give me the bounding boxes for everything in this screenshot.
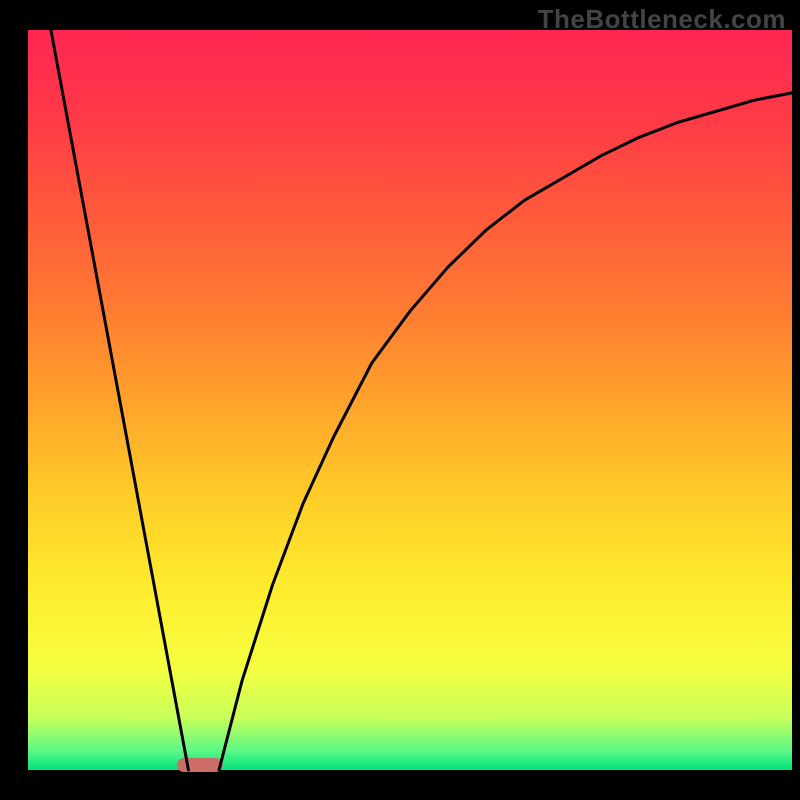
- minimum-marker: [177, 758, 223, 772]
- bottleneck-chart: [0, 0, 800, 800]
- watermark-text: TheBottleneck.com: [538, 4, 786, 35]
- chart-frame: TheBottleneck.com: [0, 0, 800, 800]
- gradient-background: [28, 30, 792, 770]
